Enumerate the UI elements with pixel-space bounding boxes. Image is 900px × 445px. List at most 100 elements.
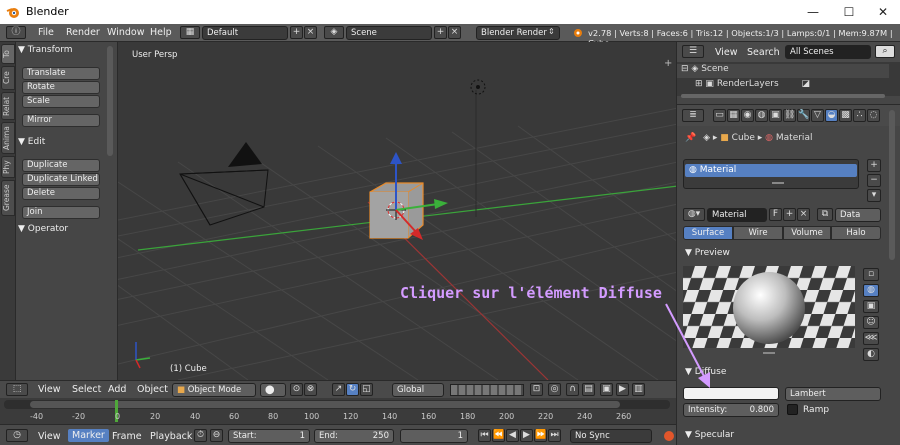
outliner-row-renderlayers[interactable]: ⊞ ▣ RenderLayers ◪ [677, 79, 889, 93]
join-button[interactable]: Join [22, 206, 100, 219]
edit-panel-header[interactable]: ▼ Edit [18, 137, 104, 151]
slot-specials-button[interactable]: ▾ [867, 189, 881, 202]
timeline-menu-playback[interactable]: Playback [150, 431, 192, 442]
add-slot-button[interactable]: + [867, 159, 881, 172]
constraints-context-icon[interactable]: ⛓ [783, 109, 796, 122]
menu-render[interactable]: Render [66, 27, 100, 38]
remove-slot-button[interactable]: − [867, 174, 881, 187]
toolshelf-scrollbar[interactable] [107, 46, 113, 156]
tab-tools[interactable]: To [1, 44, 15, 64]
3d-viewport[interactable]: User Persp (1) Cube + [118, 42, 676, 380]
timeline-scroll-thumb[interactable] [30, 401, 620, 408]
jump-to-end-icon[interactable]: ⏭ [548, 429, 561, 442]
tab-wire[interactable]: Wire [733, 226, 783, 240]
manipulator-toggle-icon[interactable]: ⊗ [304, 383, 317, 396]
outliner-scrollbar[interactable] [681, 94, 885, 98]
editor-type-info-icon[interactable]: ⓘ [6, 26, 26, 39]
end-frame-field[interactable]: End: 250 [314, 429, 394, 443]
delete-button[interactable]: Delete [22, 187, 100, 200]
outliner-row-scene[interactable]: ⊟ ◈ Scene [677, 64, 889, 78]
editor-type-3dview-icon[interactable]: ⬚ [6, 383, 28, 396]
frame-range-icon[interactable]: ⊖ [210, 429, 223, 442]
operator-panel-header[interactable]: ▼ Operator [18, 224, 104, 238]
add-layout-icon[interactable]: + [290, 26, 303, 39]
render-context-icon[interactable]: ▭ [713, 109, 726, 122]
preview-monkey-icon[interactable]: ☺ [863, 316, 879, 329]
modifiers-context-icon[interactable]: 🔧 [797, 109, 810, 122]
layer-buttons[interactable] [450, 384, 524, 396]
sync-mode-select[interactable]: No Sync [570, 429, 652, 443]
snap-element-icon[interactable]: ▤ [582, 383, 595, 396]
maximize-button[interactable]: ☐ [832, 0, 866, 24]
unlink-material-icon[interactable]: × [797, 208, 810, 221]
scene-context-icon[interactable]: ◉ [741, 109, 754, 122]
tab-surface[interactable]: Surface [683, 226, 733, 240]
list-resize-grip[interactable] [772, 182, 784, 184]
material-link-select[interactable]: Data [835, 208, 881, 222]
rotate-manipulator-icon[interactable]: ↻ [346, 383, 359, 396]
material-name-field[interactable]: Material [707, 208, 767, 222]
record-icon[interactable] [664, 431, 674, 441]
timeline-menu-marker[interactable]: Marker [68, 429, 109, 442]
mirror-button[interactable]: Mirror [22, 114, 100, 127]
tab-grease-pencil[interactable]: Grease [1, 180, 15, 216]
specular-panel-header[interactable]: ▼ Specular [685, 430, 734, 440]
physics-context-icon[interactable]: ◌ [867, 109, 880, 122]
translate-button[interactable]: Translate [22, 67, 100, 80]
object-mode-select[interactable]: ■ Object Mode [172, 383, 256, 397]
new-material-icon[interactable]: + [783, 208, 796, 221]
copy-paste-icon[interactable]: ⧉ [817, 208, 833, 221]
play-icon[interactable]: ▶ [520, 429, 533, 442]
menu-view[interactable]: View [38, 384, 61, 395]
preview-hair-icon[interactable]: ⋘ [863, 332, 879, 345]
preview-flat-icon[interactable]: ▫ [863, 268, 879, 281]
data-context-icon[interactable]: ▽ [811, 109, 824, 122]
search-icon[interactable]: ⌕ [875, 45, 895, 58]
translate-manipulator-icon[interactable]: ↗ [332, 383, 345, 396]
region-expand-icon[interactable]: + [664, 58, 672, 69]
transform-panel-header[interactable]: ▼ Transform [18, 45, 104, 59]
diffuse-shader-select[interactable]: Lambert [785, 387, 881, 401]
proportional-edit-icon[interactable]: ◎ [548, 383, 561, 396]
opengl-animation-icon[interactable]: ▶ [616, 383, 629, 396]
menu-file[interactable]: File [38, 27, 54, 38]
material-context-icon[interactable]: ◒ [825, 109, 838, 122]
snap-toggle-icon[interactable]: ∩ [566, 383, 579, 396]
tab-physics[interactable]: Phy [1, 156, 15, 178]
close-button[interactable]: ✕ [866, 0, 900, 24]
preview-sphere-icon[interactable]: ◍ [863, 284, 879, 297]
current-frame-field[interactable]: 1 [400, 429, 468, 443]
timeline-scrollbar[interactable] [4, 400, 670, 409]
scene-field[interactable]: Scene [346, 26, 432, 40]
tab-halo[interactable]: Halo [831, 226, 881, 240]
jump-to-start-icon[interactable]: ⏮ [478, 429, 491, 442]
menu-object[interactable]: Object [137, 384, 168, 395]
minimize-button[interactable]: — [796, 0, 830, 24]
lamp-object[interactable] [470, 79, 486, 95]
world-context-icon[interactable]: ◍ [755, 109, 768, 122]
outliner-filter-select[interactable]: All Scenes [785, 45, 871, 59]
object-context-icon[interactable]: ▣ [769, 109, 782, 122]
editor-type-outliner-icon[interactable]: ☰ [682, 45, 704, 58]
timeline-menu-view[interactable]: View [38, 431, 61, 442]
tab-volume[interactable]: Volume [783, 226, 831, 240]
preview-range-icon[interactable]: ⏱ [194, 429, 207, 442]
duplicate-linked-button[interactable]: Duplicate Linked [22, 173, 100, 186]
editor-type-properties-icon[interactable]: ≣ [682, 109, 704, 122]
material-slot-list[interactable]: ◍ Material [683, 159, 859, 189]
opengl-render-icon[interactable]: ▣ [600, 383, 613, 396]
render-layers-context-icon[interactable]: ▦ [727, 109, 740, 122]
menu-select[interactable]: Select [72, 384, 101, 395]
pivot-point-icon[interactable]: ⊙ [290, 383, 303, 396]
duplicate-button[interactable]: Duplicate [22, 159, 100, 172]
properties-scrollbar[interactable] [889, 110, 895, 260]
remove-scene-icon[interactable]: × [448, 26, 461, 39]
camera-object[interactable] [179, 142, 269, 226]
menu-add[interactable]: Add [108, 384, 126, 395]
transform-orientation-select[interactable]: Global [392, 383, 444, 397]
scale-manipulator-icon[interactable]: ◱ [360, 383, 373, 396]
viewport-shading-select[interactable]: ⬤ ▾ [260, 383, 286, 407]
remove-layout-icon[interactable]: × [304, 26, 317, 39]
next-keyframe-icon[interactable]: ⏩ [534, 429, 547, 442]
ramp-checkbox[interactable] [787, 404, 798, 415]
